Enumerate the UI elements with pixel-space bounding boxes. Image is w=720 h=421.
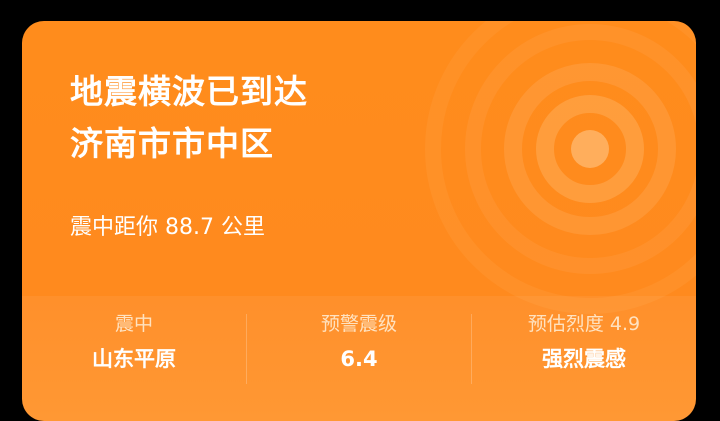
- alert-title: 地震横波已到达 济南市市中区: [70, 66, 308, 170]
- alert-title-line-1: 地震横波已到达: [70, 72, 308, 111]
- intensity-label: 预估烈度 4.9: [527, 313, 641, 335]
- epicenter-value: 山东平原: [92, 347, 176, 371]
- epicenter-distance: 震中距你 88.7 公里: [70, 215, 265, 240]
- epicenter-label: 震中: [114, 313, 153, 335]
- magnitude-label: 预警震级: [320, 313, 397, 335]
- intensity-value: 强烈震感: [542, 347, 626, 371]
- epicenter-stat: 震中 山东平原: [22, 311, 246, 374]
- alert-title-line-2: 济南市市中区: [70, 124, 274, 163]
- magnitude-value: 6.4: [340, 347, 378, 371]
- magnitude-stat: 预警震级 6.4: [247, 311, 471, 374]
- intensity-stat: 预估烈度 4.9 强烈震感: [472, 311, 696, 374]
- earthquake-alert-card: 地震横波已到达 济南市市中区 震中距你 88.7 公里 震中 山东平原 预警震级…: [22, 21, 696, 421]
